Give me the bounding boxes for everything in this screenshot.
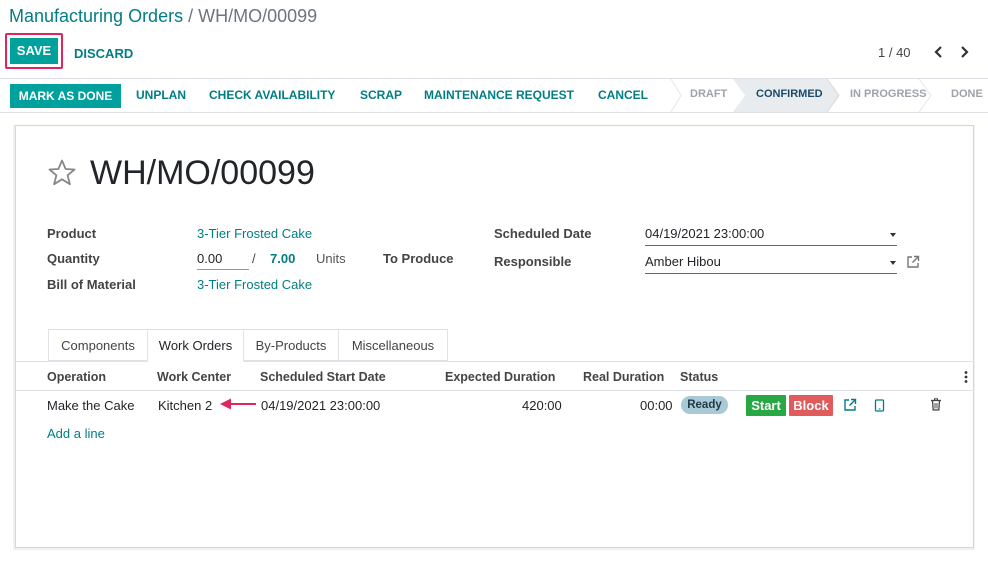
arrow-left-icon — [220, 398, 256, 410]
cell-expected-duration: 420:00 — [522, 398, 562, 413]
record-title: WH/MO/00099 — [90, 154, 315, 192]
column-header-scheduled-start[interactable]: Scheduled Start Date — [260, 370, 386, 384]
responsible-label: Responsible — [494, 254, 572, 269]
cell-work-center: Kitchen 2 — [158, 398, 213, 413]
trash-icon[interactable] — [930, 398, 942, 411]
column-header-real-duration[interactable]: Real Duration — [583, 370, 664, 384]
save-button-highlight: SAVE — [5, 33, 63, 69]
quantity-uom: Units — [316, 251, 346, 266]
responsible-value: Amber Hibou — [645, 254, 721, 269]
cell-scheduled-start: 04/19/2021 23:00:00 — [261, 398, 381, 413]
tab-work-orders[interactable]: Work Orders — [147, 329, 244, 362]
save-button[interactable]: SAVE — [10, 38, 58, 64]
maintenance-request-button[interactable]: MAINTENANCE REQUEST — [424, 88, 574, 102]
stage-separator — [670, 79, 682, 112]
discard-button[interactable]: DISCARD — [74, 46, 133, 61]
chevron-right-icon[interactable] — [959, 44, 971, 60]
quantity-input[interactable]: 0.00 — [197, 251, 249, 270]
column-header-operation[interactable]: Operation — [47, 370, 106, 384]
status-badge: Ready — [681, 396, 728, 414]
column-header-work-center[interactable]: Work Center — [157, 370, 231, 384]
tablet-icon[interactable] — [874, 399, 885, 412]
add-line-link[interactable]: Add a line — [47, 426, 105, 441]
breadcrumb-parent-link[interactable]: Manufacturing Orders — [9, 6, 183, 26]
quantity-separator: / — [252, 251, 256, 266]
product-label: Product — [47, 226, 97, 241]
bom-link[interactable]: 3-Tier Frosted Cake — [197, 277, 312, 292]
column-header-status[interactable]: Status — [680, 370, 718, 384]
breadcrumb-separator: / — [188, 6, 194, 26]
column-header-expected-duration[interactable]: Expected Duration — [445, 370, 555, 384]
stage-in-progress[interactable]: IN PROGRESS — [850, 88, 926, 100]
tab-components[interactable]: Components — [48, 329, 148, 361]
tab-miscellaneous[interactable]: Miscellaneous — [338, 329, 448, 361]
quantity-label: Quantity — [47, 251, 100, 266]
stage-done[interactable]: DONE — [951, 88, 983, 100]
pager-value[interactable]: 1 / 40 — [878, 45, 911, 60]
breadcrumb: Manufacturing Orders / WH/MO/00099 — [9, 6, 317, 27]
chevron-left-icon[interactable] — [932, 44, 944, 60]
cancel-button[interactable]: CANCEL — [598, 88, 648, 102]
start-button[interactable]: Start — [746, 395, 786, 416]
block-button[interactable]: Block — [789, 395, 833, 416]
check-availability-button[interactable]: CHECK AVAILABILITY — [209, 88, 335, 102]
mark-as-done-button[interactable]: MARK AS DONE — [10, 84, 121, 108]
stage-bar: DRAFT CONFIRMED IN PROGRESS DONE — [670, 79, 988, 112]
scrap-button[interactable]: SCRAP — [360, 88, 402, 102]
breadcrumb-current: WH/MO/00099 — [198, 6, 318, 26]
stage-confirmed[interactable]: CONFIRMED — [756, 88, 823, 100]
scheduled-date-field[interactable]: 04/19/2021 23:00:00 — [645, 225, 897, 246]
star-icon[interactable] — [47, 158, 77, 188]
cell-operation: Make the Cake — [47, 398, 135, 413]
table-header-divider — [15, 390, 974, 391]
external-link-icon[interactable] — [843, 398, 857, 412]
kebab-menu-icon[interactable] — [962, 370, 970, 384]
cell-real-duration: 00:00 — [640, 398, 673, 413]
stage-draft[interactable]: DRAFT — [690, 88, 727, 100]
bom-label: Bill of Material — [47, 277, 136, 292]
external-link-icon[interactable] — [906, 255, 920, 269]
scheduled-date-value: 04/19/2021 23:00:00 — [645, 226, 765, 241]
to-produce-label: To Produce — [383, 251, 454, 266]
caret-down-icon[interactable] — [890, 233, 896, 237]
quantity-total[interactable]: 7.00 — [270, 251, 295, 266]
responsible-field[interactable]: Amber Hibou — [645, 253, 897, 274]
statusbar-divider — [0, 112, 988, 113]
product-link[interactable]: 3-Tier Frosted Cake — [197, 226, 312, 241]
unplan-button[interactable]: UNPLAN — [136, 88, 186, 102]
scheduled-date-label: Scheduled Date — [494, 226, 592, 241]
caret-down-icon[interactable] — [890, 261, 896, 265]
tab-by-products[interactable]: By-Products — [243, 329, 339, 361]
